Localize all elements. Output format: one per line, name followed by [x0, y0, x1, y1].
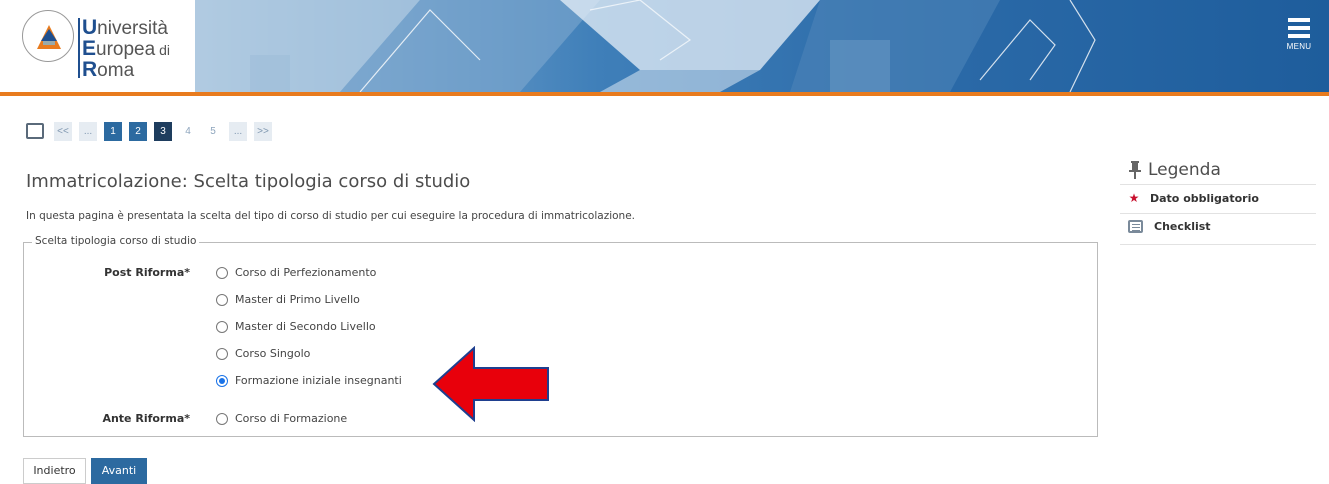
next-button[interactable]: Avanti: [91, 458, 147, 484]
logo[interactable]: Università Europea di Roma: [0, 0, 195, 92]
radio-label: Master di Primo Livello: [235, 293, 360, 306]
radio-label: Corso di Perfezionamento: [235, 266, 377, 279]
divider: [1120, 184, 1316, 185]
radio-label: Formazione iniziale insegnanti: [235, 374, 402, 387]
page-title: Immatricolazione: Scelta tipologia corso…: [26, 171, 471, 192]
legenda-item-checklist[interactable]: Checklist: [1128, 220, 1211, 233]
radio-button[interactable]: [216, 412, 228, 425]
radio-option[interactable]: Corso Singolo: [216, 347, 310, 360]
pager-item[interactable]: 4: [179, 122, 197, 141]
header-accent-bar: [0, 92, 1329, 96]
pager-item[interactable]: 5: [204, 122, 222, 141]
header-decoration: [195, 0, 1096, 92]
hamburger-icon: [1279, 18, 1319, 38]
ante-riforma-label: Ante Riforma*: [102, 412, 190, 425]
radio-label: Master di Secondo Livello: [235, 320, 376, 333]
radio-option[interactable]: Corso di Perfezionamento: [216, 266, 376, 279]
legenda-title-text: Legenda: [1148, 160, 1221, 180]
pager-item[interactable]: <<: [54, 121, 72, 141]
checklist-icon: [1128, 220, 1143, 233]
radio-button[interactable]: [216, 347, 228, 360]
pager-item[interactable]: >>: [254, 121, 272, 141]
pager-item[interactable]: 1: [104, 121, 122, 141]
pager-item[interactable]: ...: [229, 121, 247, 141]
seal-icon: [22, 10, 74, 62]
radio-label: Corso di Formazione: [235, 412, 348, 425]
legenda-item-required: ★ Dato obbligatorio: [1128, 191, 1259, 205]
radio-option[interactable]: Formazione iniziale insegnanti: [216, 374, 402, 387]
post-riforma-label: Post Riforma*: [104, 266, 190, 279]
menu-button[interactable]: MENU: [1279, 18, 1319, 64]
logo-separator: [78, 18, 80, 78]
radio-button[interactable]: [216, 320, 228, 333]
radio-label: Corso Singolo: [235, 347, 311, 360]
divider: [1120, 244, 1316, 245]
radio-option[interactable]: Master di Secondo Livello: [216, 320, 376, 333]
divider: [1120, 213, 1316, 214]
pin-icon: [1129, 161, 1141, 179]
pager-item[interactable]: 2: [129, 121, 147, 141]
star-icon: ★: [1128, 191, 1140, 205]
menu-label: MENU: [1286, 42, 1312, 51]
radio-button[interactable]: [216, 374, 228, 387]
legenda-item-label: Dato obbligatorio: [1150, 191, 1259, 205]
fieldset-legend: Scelta tipologia corso di studio: [32, 235, 200, 247]
radio-button[interactable]: [216, 266, 228, 279]
step-pager: <<... 1 2 3 4 5... >>: [26, 119, 279, 143]
back-button[interactable]: Indietro: [23, 458, 86, 484]
legenda-title: Legenda: [1128, 160, 1221, 180]
radio-option[interactable]: Corso di Formazione: [216, 412, 347, 425]
pager-item[interactable]: ...: [79, 121, 97, 141]
red-arrow-annotation: [432, 346, 549, 422]
legenda-item-label: Checklist: [1154, 220, 1211, 233]
page-intro: In questa pagina è presentata la scelta …: [26, 210, 635, 222]
list-icon[interactable]: [26, 123, 44, 139]
logo-text: Università Europea di Roma: [82, 16, 170, 81]
pager-item[interactable]: 3: [154, 121, 172, 141]
radio-button[interactable]: [216, 293, 228, 306]
radio-option[interactable]: Master di Primo Livello: [216, 293, 360, 306]
site-header: Università Europea di Roma MENU: [0, 0, 1329, 96]
